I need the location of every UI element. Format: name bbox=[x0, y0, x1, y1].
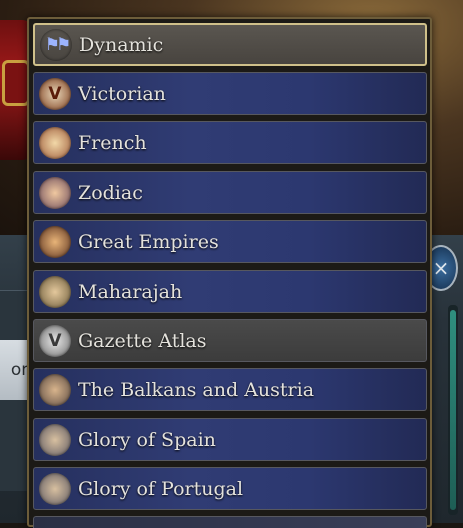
map-style-dropdown-list: ⚑⚑ Dynamic V Victorian French Zodiac Gre… bbox=[27, 17, 432, 528]
dropdown-item-gazette-atlas[interactable]: V Gazette Atlas bbox=[33, 319, 427, 362]
dropdown-item-label: Glory of Portugal bbox=[78, 477, 244, 500]
scrollbar-thumb[interactable] bbox=[450, 310, 456, 510]
soldier-portrait-icon bbox=[39, 423, 71, 456]
dropdown-item-label: Glory of Spain bbox=[78, 428, 216, 451]
dropdown-item-balkans-austria[interactable]: The Balkans and Austria bbox=[33, 368, 427, 411]
soldier-portrait-icon bbox=[39, 472, 71, 505]
victoria-v-icon: V bbox=[39, 324, 71, 357]
flags-icon: ⚑⚑ bbox=[40, 29, 72, 61]
background-emblem bbox=[2, 60, 30, 106]
soldier-portrait-icon bbox=[39, 373, 71, 406]
dropdown-item-label: Great Empires bbox=[78, 230, 219, 253]
dropdown-item-label: French bbox=[78, 131, 147, 154]
victoria-v-icon: V bbox=[39, 77, 71, 110]
dropdown-item-zodiac[interactable]: Zodiac bbox=[33, 171, 427, 214]
dropdown-item-partial[interactable] bbox=[33, 516, 427, 528]
dropdown-item-label: Gazette Atlas bbox=[78, 329, 207, 352]
ship-icon bbox=[39, 225, 71, 258]
dropdown-item-label: Maharajah bbox=[78, 280, 183, 303]
dropdown-item-glory-of-spain[interactable]: Glory of Spain bbox=[33, 418, 427, 461]
dropdown-item-maharajah[interactable]: Maharajah bbox=[33, 270, 427, 313]
dropdown-item-great-empires[interactable]: Great Empires bbox=[33, 220, 427, 263]
close-icon: × bbox=[432, 256, 450, 280]
dropdown-item-label: Zodiac bbox=[78, 181, 143, 204]
maharajah-portrait-icon bbox=[39, 275, 71, 308]
dropdown-item-french[interactable]: French bbox=[33, 121, 427, 164]
dropdown-item-label: Victorian bbox=[78, 82, 166, 105]
zodiac-portrait-icon bbox=[39, 176, 71, 209]
french-portrait-icon bbox=[39, 126, 71, 159]
dropdown-item-dynamic[interactable]: ⚑⚑ Dynamic bbox=[33, 23, 427, 66]
dropdown-item-label: Dynamic bbox=[79, 33, 164, 56]
dropdown-item-glory-of-portugal[interactable]: Glory of Portugal bbox=[33, 467, 427, 510]
dropdown-item-label: The Balkans and Austria bbox=[78, 378, 315, 401]
dropdown-item-victorian[interactable]: V Victorian bbox=[33, 72, 427, 115]
